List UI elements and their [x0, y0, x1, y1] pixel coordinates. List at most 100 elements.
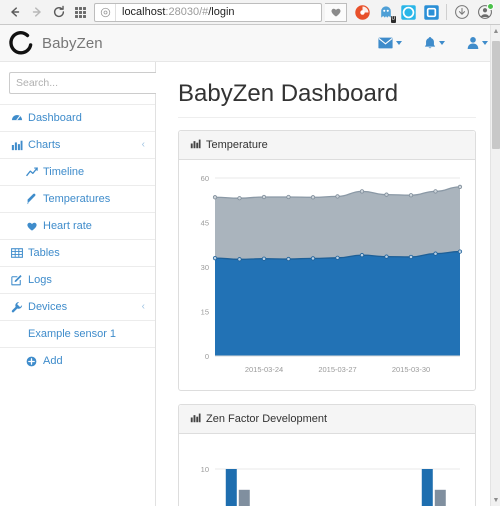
heart-icon	[26, 220, 41, 232]
toolbar-divider	[446, 4, 447, 20]
navbar-actions	[378, 36, 488, 50]
sidebar-item-dashboard[interactable]: Dashboard	[0, 104, 155, 131]
browser-toolbar: localhost:28030/#/login 0	[0, 0, 500, 25]
user-icon	[467, 37, 479, 49]
panel-header: Temperature	[179, 131, 475, 160]
sidebar-item-logs[interactable]: Logs	[0, 266, 155, 293]
panel-zen-factor: Zen Factor Development 7.510	[178, 404, 476, 506]
main-content: BabyZen Dashboard Temperature 0 15 30 45…	[156, 62, 500, 506]
enso-circle-logo	[9, 31, 33, 55]
apps-grid-icon[interactable]	[70, 1, 90, 23]
app-body: Dashboard Charts ‹	[0, 62, 500, 506]
thermometer-icon	[26, 193, 41, 205]
panel-header: Zen Factor Development	[179, 405, 475, 434]
app-navbar: BabyZen	[0, 25, 500, 62]
square-extension-icon[interactable]	[422, 3, 441, 22]
brand-name: BabyZen	[42, 34, 103, 52]
bell-icon	[424, 37, 436, 49]
line-chart-icon	[26, 166, 41, 178]
sidebar-item-add[interactable]: Add	[0, 347, 155, 374]
svg-text:15: 15	[201, 308, 209, 317]
sidebar-item-label: Charts	[28, 139, 61, 151]
forward-button[interactable]	[26, 1, 48, 23]
bar	[238, 489, 250, 506]
sidebar-item-heart-rate[interactable]: Heart rate	[0, 212, 155, 239]
sidebar-nav: Dashboard Charts ‹ Timeline Temperatures…	[0, 104, 155, 374]
status-dot-badge	[487, 2, 494, 10]
url-text: localhost:28030/#/login	[122, 6, 235, 18]
svg-text:10: 10	[201, 465, 209, 474]
chevron-left-icon: ‹	[141, 139, 145, 150]
ghostery-extension-icon[interactable]: 0	[376, 3, 396, 23]
bookmark-button[interactable]	[325, 2, 347, 22]
bar	[225, 469, 237, 506]
circle-extension-icon[interactable]	[399, 3, 418, 22]
sidebar-item-charts[interactable]: Charts ‹	[0, 131, 155, 158]
download-icon[interactable]	[452, 3, 471, 22]
chevron-down-icon	[482, 41, 488, 45]
bar-chart-icon	[190, 138, 201, 152]
arrow-right-icon	[32, 7, 41, 17]
arrow-left-icon	[11, 7, 20, 17]
user-dropdown[interactable]	[467, 36, 488, 50]
wrench-icon	[11, 301, 26, 313]
sidebar-item-label: Add	[43, 355, 63, 367]
panel-body: 0 15 30 45 60 2015-03-24 2015-03-27 2015-03-30	[179, 160, 475, 390]
panel-title: Temperature	[206, 139, 268, 151]
panel-title: Zen Factor Development	[206, 413, 328, 425]
sidebar-item-timeline[interactable]: Timeline	[0, 158, 155, 185]
chevron-down-icon	[396, 41, 402, 45]
sidebar-item-temperatures[interactable]: Temperatures	[0, 185, 155, 212]
chevron-down-icon	[439, 41, 445, 45]
page-info-icon[interactable]	[95, 3, 116, 21]
messages-dropdown[interactable]	[378, 37, 402, 49]
bar-chart-icon	[11, 139, 26, 151]
sidebar-item-label: Logs	[28, 274, 52, 286]
search-input[interactable]	[9, 72, 157, 94]
edit-icon	[11, 274, 26, 286]
svg-text:2015-03-24: 2015-03-24	[245, 365, 283, 374]
address-bar[interactable]: localhost:28030/#/login	[94, 2, 322, 22]
sidebar-item-label: Devices	[28, 301, 68, 313]
sidebar-item-label: Tables	[28, 247, 60, 259]
reload-icon	[53, 5, 65, 18]
sidebar-item-tables[interactable]: Tables	[0, 239, 155, 266]
adblock-extension-icon[interactable]	[353, 3, 372, 22]
user-extension-icon[interactable]	[475, 2, 494, 22]
temperature-area-chart[interactable]: 0 15 30 45 60 2015-03-24 2015-03-27 2015-03-30	[185, 168, 468, 386]
reload-button[interactable]	[48, 1, 70, 23]
back-button[interactable]	[4, 1, 26, 23]
svg-text:30: 30	[201, 263, 209, 272]
envelope-icon	[378, 37, 393, 49]
area-series-lower	[215, 251, 460, 356]
scrollbar-thumb[interactable]	[492, 41, 500, 149]
svg-text:2015-03-27: 2015-03-27	[318, 365, 356, 374]
brand[interactable]: BabyZen	[8, 30, 103, 56]
sidebar-item-label: Temperatures	[43, 193, 111, 205]
sidebar-item-devices[interactable]: Devices ‹	[0, 293, 155, 320]
notifications-dropdown[interactable]	[424, 36, 445, 50]
sidebar-item-label: Timeline	[43, 166, 85, 178]
bar-chart-icon	[190, 412, 201, 426]
page-scrollbar[interactable]: ▲ ▼	[490, 25, 500, 506]
svg-text:60: 60	[201, 174, 209, 183]
sidebar-item-label: Example sensor 1	[28, 328, 117, 340]
sidebar-item-example-sensor-1[interactable]: Example sensor 1	[0, 320, 155, 347]
scroll-down-arrow[interactable]: ▼	[491, 494, 500, 506]
svg-text:45: 45	[201, 219, 209, 228]
zen-factor-bar-chart[interactable]: 7.510	[185, 442, 468, 506]
app-viewport: BabyZen Search... Dashboard Charts ‹ Tim…	[0, 25, 500, 506]
panel-body: 7.510	[179, 434, 475, 506]
scroll-up-arrow[interactable]: ▲	[491, 25, 500, 37]
sidebar-item-label: Heart rate	[43, 220, 92, 232]
bar	[434, 489, 446, 506]
heart-icon	[330, 8, 341, 17]
sidebar-search	[0, 62, 170, 104]
dashboard-icon	[11, 112, 26, 124]
page-title: BabyZen Dashboard	[178, 80, 476, 118]
sidebar: Dashboard Charts ‹	[0, 62, 170, 506]
panel-temperature: Temperature 0 15 30 45 60 2015-03-24 2015-03-2…	[178, 130, 476, 391]
bar	[421, 469, 433, 506]
svg-text:2015-03-30: 2015-03-30	[392, 365, 430, 374]
table-icon	[11, 247, 26, 259]
